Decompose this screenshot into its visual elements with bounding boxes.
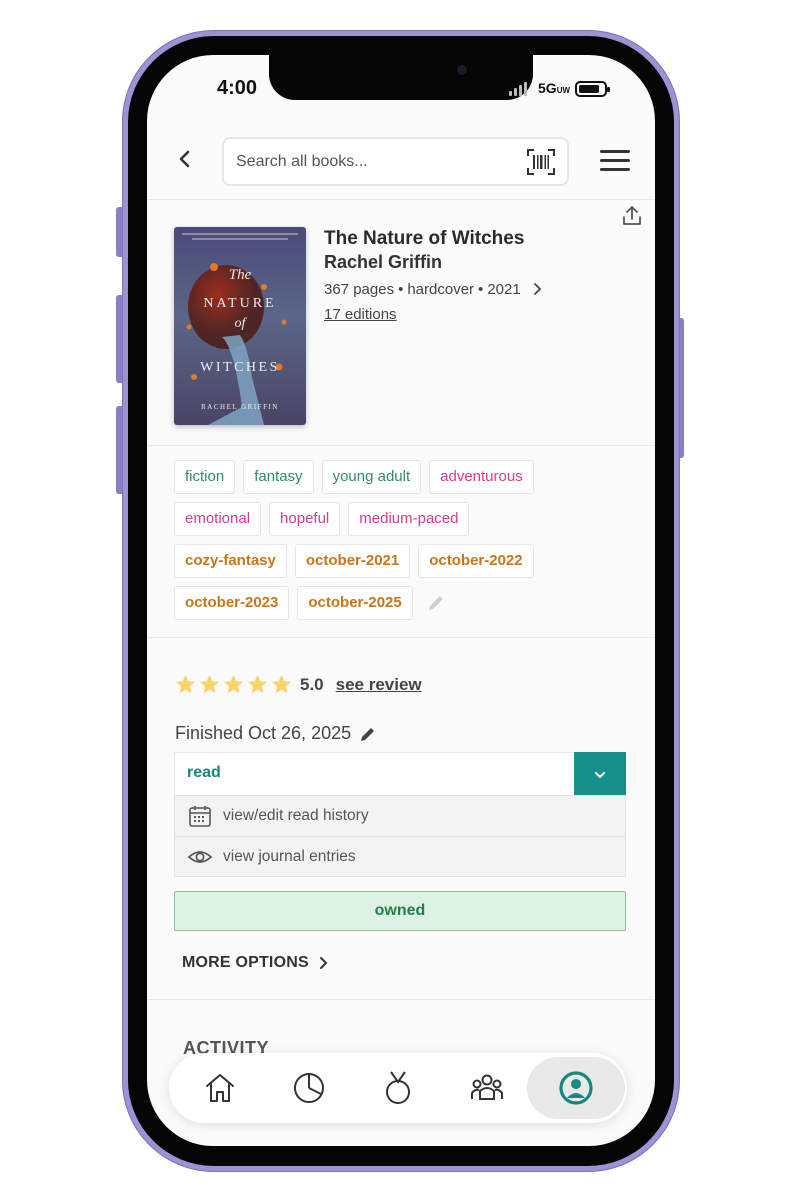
nav-community[interactable] <box>452 1053 522 1123</box>
dropdown-toggle-button[interactable] <box>574 752 626 797</box>
chevron-right-icon <box>533 283 541 295</box>
network-label: 5GUW <box>538 80 571 96</box>
nav-stats[interactable] <box>274 1053 344 1123</box>
finished-date: Finished Oct 26, 2025 <box>175 723 377 744</box>
signal-icon <box>509 82 527 96</box>
share-button[interactable] <box>621 205 645 229</box>
book-format: hardcover <box>407 281 475 298</box>
tag-mood[interactable]: hopeful <box>269 502 341 536</box>
battery-icon <box>575 81 610 97</box>
read-history-menu-item[interactable]: view/edit read history <box>175 796 625 836</box>
status-time: 4:00 <box>217 77 258 99</box>
star-icon[interactable] <box>246 673 269 696</box>
more-options-button[interactable]: MORE OPTIONS <box>182 954 329 972</box>
tag-row: october-2023 october-2025 <box>174 586 614 620</box>
book-title: The Nature of Witches <box>324 228 525 249</box>
book-year: 2021 <box>487 281 521 298</box>
rating-value: 5.0 <box>300 674 324 694</box>
tag-mood[interactable]: medium-paced <box>348 502 470 536</box>
cover-title-line4: WITCHES <box>200 360 280 375</box>
chevron-down-icon <box>595 771 605 778</box>
bottom-navigation <box>169 1053 627 1123</box>
chevron-right-icon <box>319 957 328 969</box>
rating-row: 5.0 see review <box>174 673 422 696</box>
tags-divider <box>147 637 655 638</box>
home-icon <box>206 1074 234 1102</box>
tag-custom[interactable]: cozy-fantasy <box>174 544 287 578</box>
menu-line <box>600 159 630 162</box>
book-pages: 367 pages <box>324 281 395 298</box>
header-divider <box>147 199 655 200</box>
tag-custom[interactable]: october-2022 <box>418 544 534 578</box>
finished-label: Finished Oct 26, 2025 <box>175 723 352 743</box>
menu-line <box>600 150 630 153</box>
search-input[interactable] <box>236 151 506 173</box>
edit-date-pencil-icon[interactable] <box>359 725 377 743</box>
tag-row: fiction fantasy young adult adventurous <box>174 460 614 494</box>
eye-icon <box>187 850 213 863</box>
tag-genre[interactable]: fiction <box>174 460 236 494</box>
cover-title-line1: The <box>229 267 252 283</box>
owned-toggle-button[interactable]: owned <box>174 891 626 931</box>
book-cover-art: The NATURE of WITCHES RACHEL GRIFFIN <box>174 227 306 425</box>
journal-entries-label: view journal entries <box>223 847 356 865</box>
back-button[interactable] <box>173 147 197 171</box>
edit-tags-pencil-icon[interactable] <box>425 592 447 614</box>
menu-line <box>600 168 630 171</box>
read-history-label: view/edit read history <box>223 807 369 824</box>
book-meta[interactable]: 367 pages • hardcover • 2021 <box>324 281 543 298</box>
stats-icon <box>294 1073 324 1103</box>
options-divider <box>147 999 655 1000</box>
phone-screen: 4:00 5GUW Search all books... The NATURE… <box>147 55 655 1146</box>
barcode-icon <box>527 149 555 175</box>
share-icon <box>623 206 641 225</box>
nav-profile[interactable] <box>541 1053 611 1123</box>
reading-status-dropdown[interactable]: read <box>174 752 626 797</box>
journal-entries-menu-item[interactable]: view journal entries <box>175 836 625 876</box>
tag-custom[interactable]: october-2021 <box>294 544 411 578</box>
book-cover[interactable]: The NATURE of WITCHES RACHEL GRIFFIN <box>174 227 306 425</box>
tag-row: cozy-fantasy october-2021 october-2022 <box>174 544 614 578</box>
star-icon[interactable] <box>174 673 197 696</box>
tag-row: emotional hopeful medium-paced <box>174 502 614 536</box>
nav-challenges[interactable] <box>363 1053 433 1123</box>
reading-status-value: read <box>187 764 221 781</box>
camera <box>457 65 467 75</box>
nav-home[interactable] <box>185 1053 255 1123</box>
cover-title-line2: NATURE <box>203 296 276 311</box>
chevron-left-icon <box>179 150 190 168</box>
editions-link[interactable]: 17 editions <box>324 306 397 323</box>
tag-mood[interactable]: emotional <box>174 502 262 536</box>
calendar-icon <box>189 806 211 827</box>
tag-genre[interactable]: fantasy <box>243 460 314 494</box>
tag-genre[interactable]: young adult <box>321 460 422 494</box>
meta-separator: • <box>398 281 404 298</box>
tags-section: fiction fantasy young adult adventurous … <box>174 460 614 628</box>
tag-custom[interactable]: october-2023 <box>174 586 290 620</box>
star-icon[interactable] <box>222 673 245 696</box>
tag-custom[interactable]: october-2025 <box>297 586 413 620</box>
meta-separator: • <box>478 281 484 298</box>
barcode-scan-button[interactable] <box>527 149 555 175</box>
see-review-link[interactable]: see review <box>336 675 422 695</box>
hamburger-menu-button[interactable] <box>600 150 630 174</box>
cover-author: RACHEL GRIFFIN <box>201 403 279 411</box>
battery-level <box>579 85 599 93</box>
star-icon[interactable] <box>198 673 221 696</box>
star-icon[interactable] <box>270 673 293 696</box>
profile-icon <box>559 1071 593 1105</box>
notch <box>269 55 533 100</box>
status-menu: view/edit read history view journal entr… <box>174 795 626 877</box>
tag-mood[interactable]: adventurous <box>429 460 534 494</box>
book-divider <box>147 445 655 446</box>
book-author[interactable]: Rachel Griffin <box>324 252 442 273</box>
more-options-label: MORE OPTIONS <box>182 954 309 971</box>
community-icon <box>471 1074 503 1100</box>
challenges-icon <box>386 1071 410 1104</box>
search-bar[interactable] <box>222 137 569 186</box>
